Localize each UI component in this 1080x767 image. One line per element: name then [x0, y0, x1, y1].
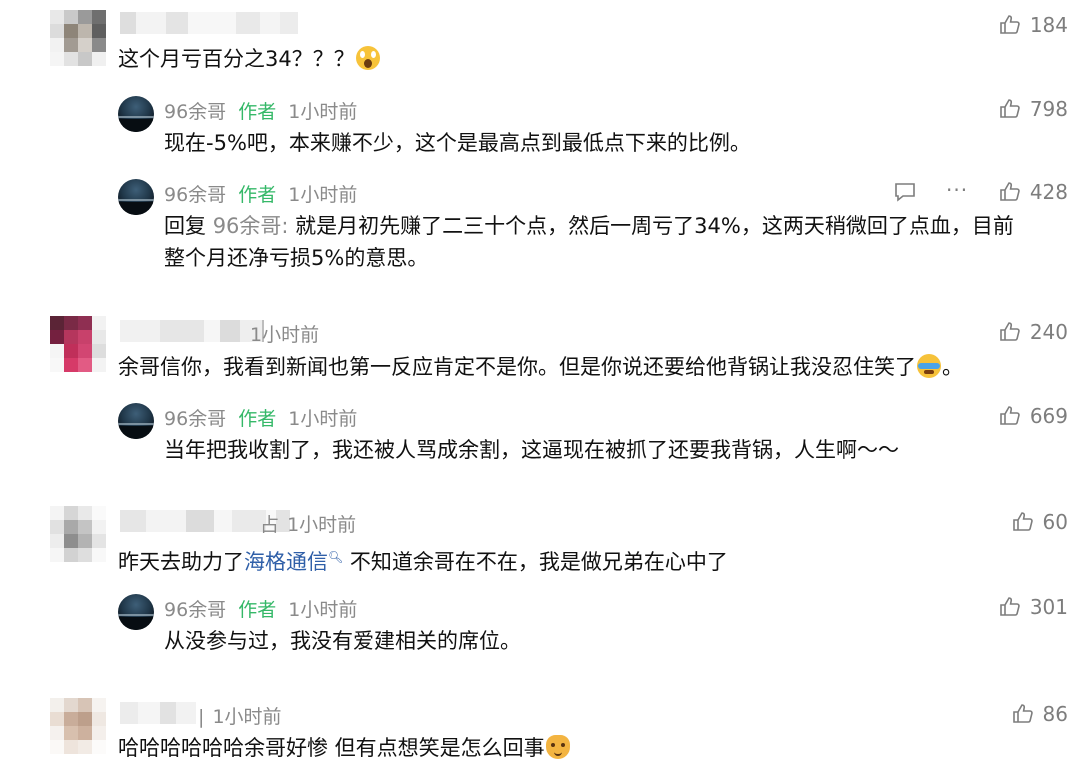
author-avatar[interactable]	[118, 594, 154, 630]
username-blurred[interactable]	[120, 702, 196, 724]
reply-meta: 96余哥 作者 1小时前	[164, 97, 357, 124]
like-button[interactable]: 669	[998, 404, 1068, 428]
like-count: 798	[1029, 97, 1068, 121]
like-count: 184	[1029, 13, 1068, 37]
cat-emoji	[545, 735, 570, 759]
like-count: 428	[1029, 180, 1068, 204]
reply-text-line2: 整个月还净亏损5%的意思。	[164, 246, 429, 270]
more-icon: ···	[946, 178, 969, 202]
reply-meta: 96余哥 作者 1小时前	[164, 180, 357, 207]
reply-text: 当年把我收割了，我还被人骂成余割，这逼现在被抓了还要我背锅，人生啊～～	[164, 438, 899, 462]
username-blurred[interactable]	[120, 12, 298, 34]
avatar[interactable]	[50, 506, 106, 562]
thumbs-up-icon	[1000, 406, 1020, 425]
thumbs-up-icon	[1012, 704, 1033, 723]
reply-text: 从没参与过，我没有爱建相关的席位。	[164, 629, 521, 653]
author-avatar[interactable]	[118, 403, 154, 439]
like-count: 669	[1029, 404, 1068, 428]
reply-button[interactable]	[893, 181, 917, 207]
thumbs-up-icon	[1000, 182, 1020, 201]
author-name[interactable]: 96余哥	[164, 184, 226, 206]
thumbs-up-icon	[1000, 15, 1020, 34]
comment-text: 哈哈哈哈哈哈余哥好惨 但有点想笑是怎么回事	[118, 733, 571, 764]
timestamp: 1小时前	[287, 514, 357, 536]
avatar[interactable]	[50, 10, 106, 66]
comment-text: 余哥信你，我看到新闻也第一反应肯定不是你。但是你说还要给他背锅让我没忍住笑了。	[118, 354, 963, 379]
timestamp: 1小时前	[288, 408, 358, 430]
stock-link[interactable]: 海格通信	[244, 550, 328, 574]
author-badge: 作者	[238, 408, 277, 430]
search-icon[interactable]: 🔍︎	[328, 550, 343, 564]
like-count: 240	[1029, 320, 1068, 344]
avatar[interactable]	[50, 316, 106, 372]
author-name[interactable]: 96余哥	[164, 101, 226, 123]
reply-meta: 96余哥 作者 1小时前	[164, 595, 357, 622]
username-blurred[interactable]	[120, 320, 264, 342]
like-button[interactable]: 184	[998, 13, 1068, 37]
reply-meta: 96余哥 作者 1小时前	[164, 404, 357, 431]
reply-meta: | 1小时前	[198, 702, 282, 729]
like-button[interactable]: 798	[998, 97, 1068, 121]
reply-meta: 占 1小时前	[260, 510, 356, 537]
crying-laughing-emoji	[917, 354, 941, 378]
author-avatar[interactable]	[118, 96, 154, 132]
author-avatar[interactable]	[118, 179, 154, 215]
timestamp: 1小时前	[250, 324, 320, 346]
like-button[interactable]: 240	[998, 320, 1068, 344]
like-button[interactable]: 60	[1011, 510, 1068, 534]
thumbs-up-icon	[1012, 512, 1033, 531]
more-button[interactable]: ···	[946, 178, 968, 202]
thumbs-up-icon	[1000, 322, 1020, 341]
author-badge: 作者	[238, 184, 277, 206]
timestamp: 1小时前	[288, 599, 358, 621]
like-button[interactable]: 301	[998, 595, 1068, 619]
comment-icon	[895, 183, 915, 202]
avatar[interactable]	[50, 698, 106, 754]
username-fragment: |	[198, 706, 205, 728]
like-count: 86	[1042, 702, 1068, 726]
thumbs-up-icon	[1000, 99, 1020, 118]
timestamp: 1小时前	[288, 184, 358, 206]
reply-text: 回复 96余哥: 就是月初先赚了二三十个点，然后一周亏了34%，这两天稍微回了点…	[164, 214, 1014, 238]
thumbs-up-icon	[1000, 597, 1020, 616]
comment-text: 昨天去助力了海格通信🔍︎ 不知道余哥在不在，我是做兄弟在心中了	[118, 550, 728, 574]
author-badge: 作者	[238, 101, 277, 123]
comment-text: 这个月亏百分之34？？？	[118, 44, 381, 75]
reply-target[interactable]: 96余哥:	[213, 214, 289, 238]
like-button[interactable]: 428	[998, 180, 1068, 204]
timestamp: 1小时前	[212, 706, 282, 728]
author-name[interactable]: 96余哥	[164, 599, 226, 621]
username-fragment: 占	[260, 514, 280, 536]
reply-text: 现在-5%吧，本来赚不少，这个是最高点到最低点下来的比例。	[164, 131, 751, 155]
like-count: 60	[1042, 510, 1068, 534]
scream-emoji	[355, 46, 380, 70]
like-count: 301	[1029, 595, 1068, 619]
author-badge: 作者	[238, 599, 277, 621]
timestamp: 1小时前	[288, 101, 358, 123]
author-name[interactable]: 96余哥	[164, 408, 226, 430]
like-button[interactable]: 86	[1011, 702, 1068, 726]
